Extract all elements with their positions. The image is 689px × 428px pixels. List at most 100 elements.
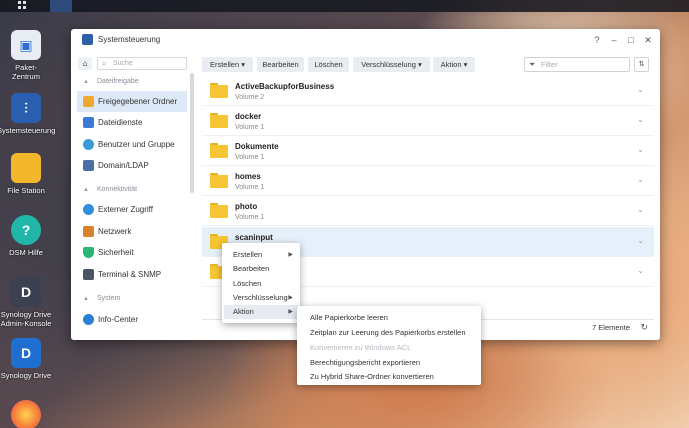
- sidebar-item-label: Freigegebener Ordner: [98, 97, 178, 106]
- context-menu-create[interactable]: Erstellen ▶: [224, 248, 298, 262]
- control-panel-app-icon: [82, 34, 93, 45]
- sidebar-item-external-access[interactable]: Externer Zugriff: [77, 199, 187, 220]
- menu-item-label: Erstellen: [233, 250, 263, 259]
- chevron-down-icon[interactable]: ⌄: [637, 175, 644, 184]
- folder-volume: Volume 1: [235, 124, 265, 131]
- chevron-down-icon[interactable]: ⌄: [637, 115, 644, 124]
- list-item[interactable]: ActiveBackupforBusiness Volume 2 ⌄: [202, 76, 654, 106]
- submenu-export-permission-report[interactable]: Berechtigungsbericht exportieren: [297, 355, 481, 370]
- network-icon: [83, 226, 94, 237]
- folder-name: docker: [235, 112, 262, 121]
- create-button[interactable]: Erstellen ▾: [202, 57, 253, 72]
- sidebar-item-label: Externer Zugriff: [98, 205, 153, 214]
- desktop-icon-label: Admin-Konsole: [0, 319, 52, 328]
- sidebar-item-info-center[interactable]: Info-Center: [77, 309, 187, 330]
- chevron-right-icon: ▶: [288, 309, 293, 315]
- sidebar-item-security[interactable]: Sicherheit: [77, 242, 187, 263]
- help-icon: ?: [11, 215, 41, 245]
- section-title: System: [97, 295, 121, 302]
- shield-icon: [83, 247, 94, 258]
- filter-input[interactable]: ⏷ Filter: [524, 57, 630, 72]
- menu-item-label: Löschen: [233, 279, 262, 288]
- minimize-button[interactable]: –: [607, 33, 621, 47]
- help-button[interactable]: ?: [590, 33, 604, 47]
- sidebar-item-shared-folder[interactable]: Freigegebener Ordner: [77, 91, 187, 112]
- users-icon: [83, 139, 94, 150]
- desktop-icon-label: DSM Hilfe: [9, 248, 43, 257]
- encryption-label: Verschlüsselung: [361, 60, 416, 69]
- context-menu-delete[interactable]: Löschen: [224, 277, 298, 291]
- chevron-down-icon[interactable]: ⌄: [637, 205, 644, 214]
- package-center-icon: ▣: [11, 30, 41, 60]
- desktop-icon-label: File Station: [7, 186, 45, 195]
- section-title: Dateifreigabe: [97, 78, 139, 85]
- list-item[interactable]: Dokumente Volume 1 ⌄: [202, 136, 654, 166]
- context-menu: Erstellen ▶ Bearbeiten Löschen Verschlüs…: [222, 243, 300, 323]
- sidebar-item-network[interactable]: Netzwerk: [77, 221, 187, 242]
- chevron-down-icon[interactable]: ⌄: [637, 266, 644, 275]
- list-item[interactable]: photo Volume 1 ⌄: [202, 196, 654, 226]
- context-menu-encryption[interactable]: Verschlüsselung ▶: [224, 291, 298, 305]
- desktop-icon-file-station[interactable]: File Station: [0, 153, 55, 195]
- section-connectivity[interactable]: ▲ Konnektivität: [71, 182, 194, 198]
- control-panel-window: Systemsteuerung ? – □ ✕ ⌂ ⌕ Suche ▲ Date…: [71, 29, 660, 340]
- file-services-icon: [83, 117, 94, 128]
- chevron-down-icon[interactable]: ⌄: [637, 236, 644, 245]
- window-titlebar[interactable]: Systemsteuerung ? – □ ✕: [71, 29, 660, 51]
- encryption-button[interactable]: Verschlüsselung ▾: [353, 57, 430, 72]
- desktop-icon-drive-admin[interactable]: D Synology Drive Admin-Konsole: [0, 277, 55, 328]
- section-title: Konnektivität: [97, 186, 138, 193]
- submenu-schedule-recycle-bin[interactable]: Zeitplan zur Leerung des Papierkorbs ers…: [297, 325, 481, 340]
- sort-icon[interactable]: ⇅: [634, 57, 649, 72]
- chevron-down-icon[interactable]: ⌄: [637, 145, 644, 154]
- refresh-icon[interactable]: ↻: [640, 322, 648, 333]
- sidebar-item-label: Netzwerk: [98, 227, 132, 236]
- folder-icon: [210, 113, 228, 128]
- maximize-button[interactable]: □: [624, 33, 638, 47]
- domain-icon: [83, 160, 94, 171]
- desktop-icon-synology-drive[interactable]: D Synology Drive: [0, 338, 55, 380]
- chevron-up-icon: ▲: [83, 187, 89, 193]
- close-button[interactable]: ✕: [641, 33, 655, 47]
- desktop-icon-photos[interactable]: [0, 400, 55, 428]
- sidebar-item-label: Domain/LDAP: [98, 161, 149, 170]
- chevron-up-icon: ▲: [83, 296, 89, 302]
- section-system[interactable]: ▲ System: [71, 291, 194, 307]
- edit-button[interactable]: Bearbeiten: [257, 57, 304, 72]
- submenu-convert-windows-acl: Konvertieren zu Windows ACL: [310, 343, 412, 352]
- sidebar-item-users-groups[interactable]: Benutzer und Gruppe: [77, 134, 187, 155]
- menu-item-label: Verschlüsselung: [233, 293, 288, 302]
- taskbar: [0, 0, 689, 12]
- taskbar-control-panel-icon[interactable]: [50, 0, 72, 12]
- desktop-icon-control-panel[interactable]: ⫶ Systemsteuerung: [0, 93, 55, 135]
- submenu-convert-hybrid-share[interactable]: Zu Hybrid Share-Ordner konvertieren: [297, 369, 481, 384]
- home-icon[interactable]: ⌂: [78, 57, 92, 70]
- action-button[interactable]: Aktion ▾: [433, 57, 475, 72]
- photos-icon: [11, 400, 41, 428]
- sidebar-item-terminal-snmp[interactable]: Terminal & SNMP: [77, 264, 187, 285]
- desktop-icon-dsm-help[interactable]: ? DSM Hilfe: [0, 215, 55, 257]
- delete-button[interactable]: Löschen: [308, 57, 349, 72]
- chevron-right-icon: ▶: [288, 295, 293, 301]
- list-item[interactable]: homes Volume 1 ⌄: [202, 166, 654, 196]
- folder-icon: [210, 83, 228, 98]
- sidebar-item-domain-ldap[interactable]: Domain/LDAP: [77, 155, 187, 176]
- submenu-empty-recycle-bins[interactable]: Alle Papierkorbe leeren: [297, 310, 481, 325]
- folder-volume: Volume 1: [235, 154, 265, 161]
- desktop-icon-package-center[interactable]: ▣ Paket- Zentrum: [0, 30, 55, 81]
- main-menu-icon[interactable]: [12, 0, 34, 12]
- sidebar-item-file-services[interactable]: Dateidienste: [77, 112, 187, 133]
- toolbar: Erstellen ▾ Bearbeiten Löschen Verschlüs…: [202, 57, 654, 72]
- chevron-down-icon[interactable]: ⌄: [637, 85, 644, 94]
- sidebar-scrollbar[interactable]: [190, 73, 194, 193]
- action-label: Aktion: [440, 60, 462, 69]
- sidebar-item-label: Sicherheit: [98, 248, 134, 257]
- folder-name: scaninput: [235, 233, 273, 242]
- terminal-icon: [83, 269, 94, 280]
- list-item[interactable]: docker Volume 1 ⌄: [202, 106, 654, 136]
- sidebar-search-input[interactable]: ⌕ Suche: [97, 57, 187, 70]
- section-file-sharing[interactable]: ▲ Dateifreigabe: [71, 74, 194, 90]
- context-menu-action[interactable]: Aktion ▶: [224, 305, 298, 319]
- context-menu-edit[interactable]: Bearbeiten: [224, 262, 298, 276]
- desktop-icon-label: Paket-: [15, 63, 37, 72]
